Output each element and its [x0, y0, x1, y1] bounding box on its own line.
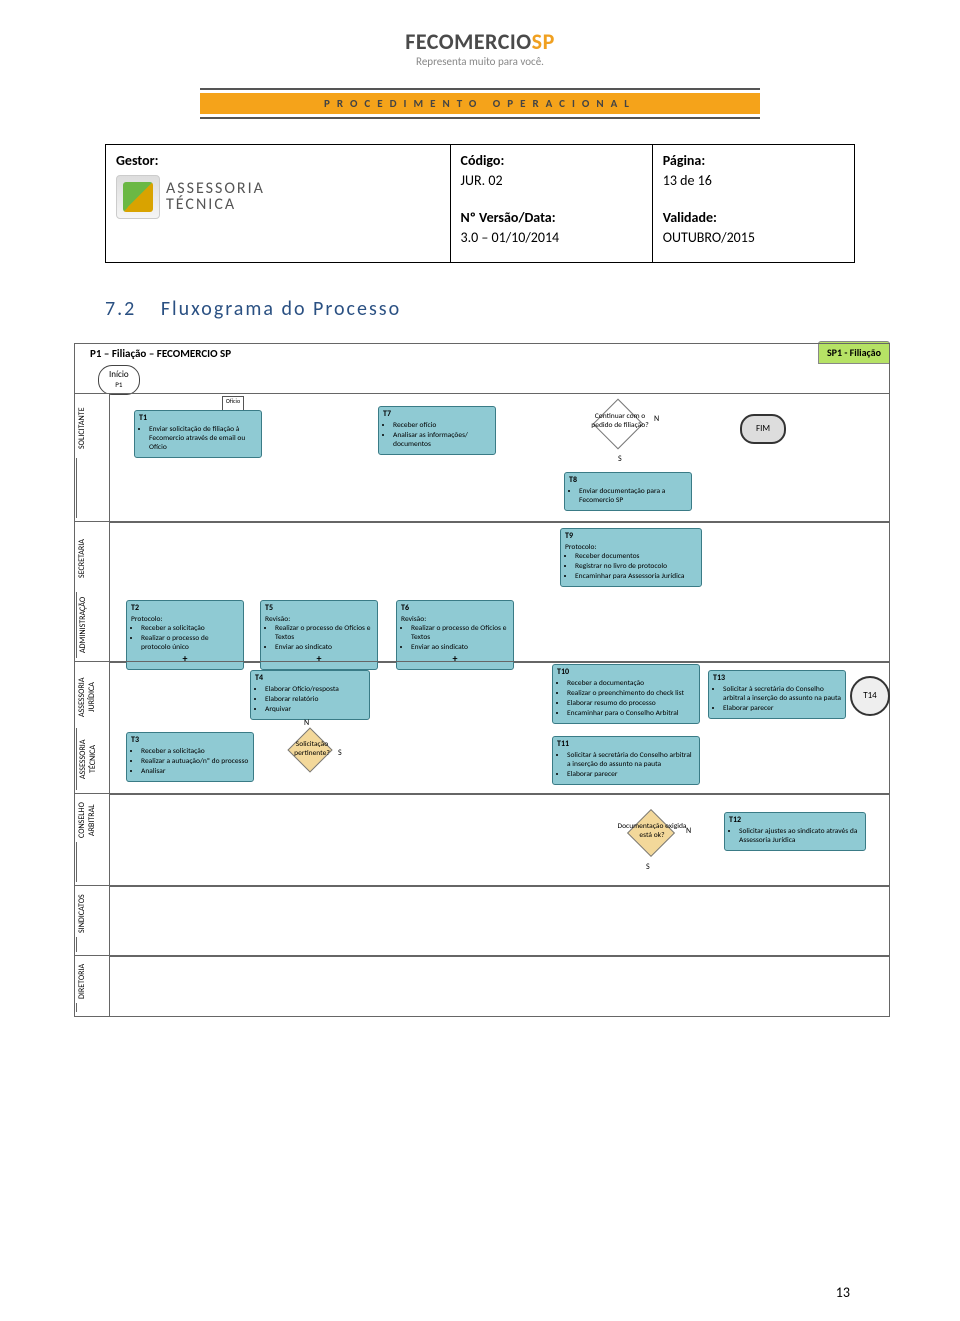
assessoria-text: ASSESSORIA TÉCNICA	[166, 181, 265, 213]
brand-suffix: SP	[532, 28, 555, 55]
lane-administracao: ADMINISTRAÇÃOSECRETARIA T9 Protocolo: Re…	[74, 521, 890, 663]
lane-assessoria: ASSESSORIA TÉCNICAASSESSORIA JURÍDICA T4…	[74, 661, 890, 795]
process-diagram: P1 – Filiação – FECOMERCIO SP SP1 - Fili…	[70, 341, 890, 1061]
brand-logo: FECOMERCIOSP Representa muito para você.	[0, 0, 960, 68]
meta-table: Gestor: ASSESSORIA TÉCNICA Código: JUR. …	[105, 144, 855, 263]
assessoria-icon	[116, 175, 160, 219]
end-fim: FIM	[740, 414, 786, 444]
task-t13: T13 Solicitar à secretária do Conselho a…	[708, 670, 846, 720]
codigo-label: Código:	[461, 151, 642, 171]
gateway-docok-text: Documentação exigida está ok?	[616, 822, 688, 840]
task-t3: T3 Receber a solicitaçãoRealizar a autua…	[126, 732, 254, 783]
brand-tagline: Representa muito para você.	[0, 55, 960, 68]
gateway-continuar-text: Continuar com o pedido de filiação?	[588, 412, 652, 430]
validade-label: Validade:	[663, 208, 844, 228]
task-t8: T8 Enviar documentação para a Fecomercio…	[564, 472, 692, 512]
codigo-value: JUR. 02	[461, 171, 642, 191]
pagina-label: Página:	[663, 151, 844, 171]
end-ref-t14: T14	[850, 676, 890, 716]
lane-solicitante: SOLICITANTE Ofício T1 Enviar solicitação…	[74, 393, 890, 523]
gateway-pertinente-text: Solicitação pertinente?	[280, 740, 344, 758]
task-t11: T11 Solicitar à secretária do Conselho a…	[552, 736, 700, 786]
task-t7: T7 Receber ofícioAnalisar as informações…	[378, 406, 496, 456]
task-t4: T4 Elaborar Ofício/respostaElaborar rela…	[250, 670, 370, 721]
section-number: 7.2	[105, 297, 136, 321]
lane-diretoria: DIRETORIA	[74, 955, 890, 1017]
assessoria-logo: ASSESSORIA TÉCNICA	[116, 175, 440, 219]
section-title: 7.2 Fluxograma do Processo	[105, 297, 855, 321]
validade-value: OUTUBRO/2015	[663, 228, 844, 248]
task-t5: T5Revisão: Realizar o processo de Ofício…	[260, 600, 378, 671]
task-t10: T10 Receber a documentaçãoRealizar o pre…	[552, 664, 700, 725]
task-t12: T12 Solicitar ajustes ao sindicato atrav…	[724, 812, 866, 852]
task-t6: T6Revisão: Realizar o processo de Ofício…	[396, 600, 514, 671]
lane-conselho: CONSELHO ARBITRAL Documentação exigida e…	[74, 793, 890, 887]
task-t9: T9 Protocolo: Receber documentosRegistra…	[560, 528, 702, 588]
task-t2: T2Protocolo: Receber a solicitaçãoRealiz…	[126, 600, 244, 671]
lane-sindicatos: SINDICATOS	[74, 885, 890, 957]
banner-title: PROCEDIMENTO OPERACIONAL	[200, 93, 760, 114]
footer-page-number: 13	[836, 1284, 850, 1301]
pagina-value: 13 de 16	[663, 171, 844, 191]
section-name: Fluxograma do Processo	[161, 297, 401, 321]
versao-label: Nº Versão/Data:	[461, 208, 642, 228]
task-t1: T1 Enviar solicitação de filiação à Feco…	[134, 410, 262, 459]
brand-name: FECOMERCIO	[405, 28, 531, 55]
gestor-label: Gestor:	[116, 151, 440, 171]
versao-value: 3.0 – 01/10/2014	[461, 228, 642, 248]
banner-wrapper: PROCEDIMENTO OPERACIONAL	[200, 88, 760, 119]
